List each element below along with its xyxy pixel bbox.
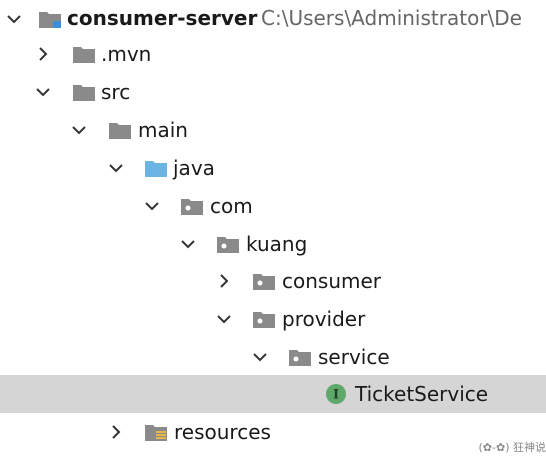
chevron-down-icon[interactable]: [69, 120, 89, 140]
tree-row-resources[interactable]: resources: [0, 413, 546, 451]
tree-row-kuang[interactable]: kuang: [0, 225, 546, 263]
package-icon: [252, 271, 276, 291]
chevron-down-icon[interactable]: [4, 9, 24, 29]
project-name: consumer-server: [67, 6, 258, 30]
tree-row-consumer[interactable]: consumer: [0, 262, 546, 300]
tree-label: provider: [282, 307, 366, 331]
tree-label: consumer: [282, 269, 382, 293]
folder-icon: [72, 82, 96, 102]
folder-icon: [108, 120, 132, 140]
chevron-right-icon[interactable]: [214, 271, 234, 291]
resources-folder-icon: [144, 422, 168, 442]
tree-row-service[interactable]: service: [0, 338, 546, 376]
tree-label: kuang: [246, 232, 308, 256]
module-icon: [38, 9, 62, 29]
package-icon: [216, 234, 240, 254]
watermark: (✿-✿) 狂神说: [478, 441, 546, 454]
package-icon: [180, 196, 204, 216]
chevron-right-icon[interactable]: [106, 422, 126, 442]
tree-label: service: [318, 345, 390, 369]
project-tree: consumer-server C:\Users\Administrator\D…: [0, 0, 546, 457]
tree-label: .mvn: [101, 42, 152, 66]
chevron-down-icon[interactable]: [214, 309, 234, 329]
tree-label: com: [210, 194, 253, 218]
tree-label: src: [101, 80, 131, 104]
chevron-down-icon[interactable]: [33, 82, 53, 102]
chevron-down-icon[interactable]: [142, 196, 162, 216]
tree-label: resources: [174, 420, 271, 444]
chevron-down-icon[interactable]: [178, 234, 198, 254]
tree-label: java: [173, 156, 215, 180]
tree-row-mvn[interactable]: .mvn: [0, 35, 546, 73]
chevron-down-icon[interactable]: [106, 158, 126, 178]
chevron-right-icon[interactable]: [33, 44, 53, 64]
source-folder-icon: [144, 158, 168, 178]
tree-row-provider[interactable]: provider: [0, 300, 546, 338]
svg-text:I: I: [333, 388, 339, 403]
tree-row-project[interactable]: consumer-server C:\Users\Administrator\D…: [0, 0, 546, 38]
project-path: C:\Users\Administrator\De: [261, 6, 522, 30]
package-icon: [252, 309, 276, 329]
interface-icon: I: [324, 382, 348, 406]
tree-label: main: [138, 118, 188, 142]
tree-row-main[interactable]: main: [0, 111, 546, 149]
tree-label: TicketService: [355, 382, 489, 406]
chevron-down-icon[interactable]: [250, 347, 270, 367]
tree-row-java[interactable]: java: [0, 149, 546, 187]
tree-row-ticketservice[interactable]: I TicketService: [0, 375, 546, 413]
tree-row-com[interactable]: com: [0, 187, 546, 225]
folder-icon: [72, 44, 96, 64]
tree-row-src[interactable]: src: [0, 73, 546, 111]
package-icon: [288, 347, 312, 367]
